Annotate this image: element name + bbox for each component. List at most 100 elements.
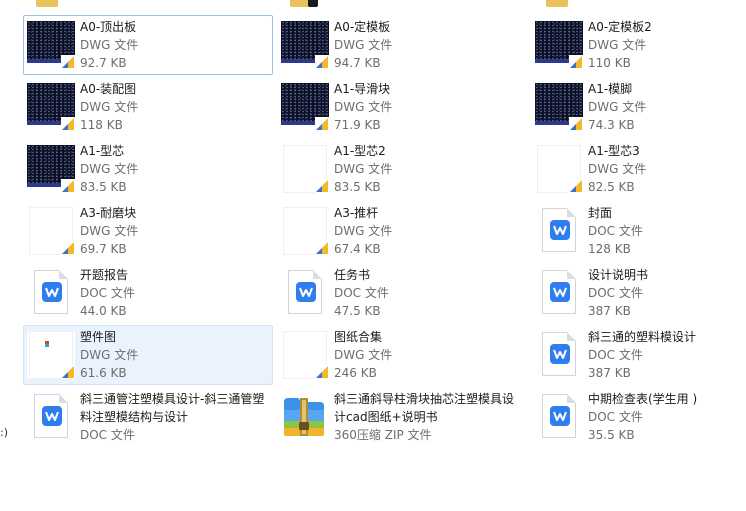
file-name: 中期检查表(学生用 ) xyxy=(588,392,698,406)
file-type: DOC 文件 xyxy=(80,286,135,300)
dwg-overlay-icon xyxy=(61,179,75,193)
file-type: DOC 文件 xyxy=(588,348,643,362)
dwg-overlay-icon xyxy=(569,117,583,131)
file-type: DWG 文件 xyxy=(334,348,393,362)
file-size: 44.0 KB xyxy=(80,304,127,318)
dwg-thumbnail-icon xyxy=(281,83,329,131)
file-size: 82.5 KB xyxy=(588,180,635,194)
file-size: 61.6 KB xyxy=(80,366,127,380)
part-drawing-icon xyxy=(45,341,49,347)
wps-doc-icon xyxy=(542,270,576,314)
file-size: 74.3 KB xyxy=(588,118,635,132)
folder-icon xyxy=(546,0,568,7)
dwg-thumbnail-icon xyxy=(27,207,75,255)
wps-doc-icon xyxy=(542,394,576,438)
file-item[interactable]: 封面 DOC 文件 128 KB xyxy=(531,201,741,261)
dwg-overlay-icon xyxy=(315,365,329,379)
file-item[interactable]: A0-定模板2 DWG 文件 110 KB xyxy=(531,15,741,75)
file-item[interactable]: 斜三通管注塑模具设计-斜三通管塑料注塑模结构与设计 DOC 文件 xyxy=(23,387,273,447)
file-name: A1-型芯2 xyxy=(334,144,386,158)
dwg-thumbnail-icon xyxy=(535,83,583,131)
file-type: DWG 文件 xyxy=(80,38,139,52)
file-item[interactable]: A3-推杆 DWG 文件 67.4 KB xyxy=(277,201,527,261)
file-type: DWG 文件 xyxy=(588,38,647,52)
file-type: DWG 文件 xyxy=(80,224,139,238)
file-name: A3-耐磨块 xyxy=(80,206,137,220)
wps-doc-icon xyxy=(34,394,68,438)
file-size: 83.5 KB xyxy=(334,180,381,194)
file-type: DWG 文件 xyxy=(334,162,393,176)
dwg-overlay-icon xyxy=(61,55,75,69)
file-type: DOC 文件 xyxy=(588,286,643,300)
file-item[interactable]: A1-模脚 DWG 文件 74.3 KB xyxy=(531,77,741,137)
file-name: 斜三通的塑料模设计 xyxy=(588,330,697,344)
file-type: DWG 文件 xyxy=(588,162,647,176)
file-item[interactable]: 开题报告 DOC 文件 44.0 KB xyxy=(23,263,273,323)
dwg-thumbnail-icon xyxy=(281,21,329,69)
dwg-overlay-icon xyxy=(315,117,329,131)
file-size: 69.7 KB xyxy=(80,242,127,256)
dwg-overlay-icon xyxy=(569,55,583,69)
dwg-thumbnail-icon xyxy=(27,21,75,69)
file-name: 斜三通斜导柱滑块抽芯注塑模具设计cad图纸+说明书 xyxy=(334,392,515,424)
file-name: 图纸合集 xyxy=(334,330,383,344)
file-size: 67.4 KB xyxy=(334,242,381,256)
file-item[interactable]: A1-型芯 DWG 文件 83.5 KB xyxy=(23,139,273,199)
file-size: 47.5 KB xyxy=(334,304,381,318)
file-item[interactable]: 中期检查表(学生用 ) DOC 文件 35.5 KB xyxy=(531,387,741,447)
file-name: A0-定模板2 xyxy=(588,20,652,34)
file-type: DOC 文件 xyxy=(588,410,643,424)
file-item[interactable]: 任务书 DOC 文件 47.5 KB xyxy=(277,263,527,323)
file-item[interactable]: 设计说明书 DOC 文件 387 KB xyxy=(531,263,741,323)
file-size: 118 KB xyxy=(80,118,123,132)
file-item[interactable]: A0-装配图 DWG 文件 118 KB xyxy=(23,77,273,137)
file-name: A0-定模板 xyxy=(334,20,391,34)
file-item[interactable]: 塑件图 DWG 文件 61.6 KB xyxy=(23,325,273,385)
file-name: 塑件图 xyxy=(80,330,117,344)
file-name: 开题报告 xyxy=(80,268,129,282)
folder-icon xyxy=(36,0,58,7)
file-name: A0-装配图 xyxy=(80,82,137,96)
file-size: 128 KB xyxy=(588,242,631,256)
file-size: 387 KB xyxy=(588,304,631,318)
file-item[interactable]: A0-定模板 DWG 文件 94.7 KB xyxy=(277,15,527,75)
file-type: DOC 文件 xyxy=(80,428,135,442)
file-size: 94.7 KB xyxy=(334,56,381,70)
file-name: A1-导滑块 xyxy=(334,82,391,96)
file-item[interactable]: 斜三通斜导柱滑块抽芯注塑模具设计cad图纸+说明书 360压缩 ZIP 文件 xyxy=(277,387,527,447)
file-size: 71.9 KB xyxy=(334,118,381,132)
dwg-thumbnail-icon xyxy=(27,83,75,131)
dwg-thumbnail-icon xyxy=(535,21,583,69)
file-size: 83.5 KB xyxy=(80,180,127,194)
dwg-overlay-icon xyxy=(61,365,75,379)
folder-icon xyxy=(308,0,318,7)
file-item[interactable]: A0-顶出板 DWG 文件 92.7 KB xyxy=(23,15,273,75)
dwg-overlay-icon xyxy=(61,117,75,131)
dwg-overlay-icon xyxy=(61,241,75,255)
file-item[interactable]: 图纸合集 DWG 文件 246 KB xyxy=(277,325,527,385)
dwg-overlay-icon xyxy=(569,179,583,193)
file-type: 360压缩 ZIP 文件 xyxy=(334,428,432,442)
file-type: DWG 文件 xyxy=(334,38,393,52)
zip-archive-icon xyxy=(284,398,324,436)
partial-pane-label: :) xyxy=(0,426,8,439)
dwg-thumbnail-icon xyxy=(281,207,329,255)
file-size: 110 KB xyxy=(588,56,631,70)
dwg-thumbnail-icon xyxy=(535,145,583,193)
dwg-thumbnail-icon xyxy=(281,145,329,193)
file-name: 封面 xyxy=(588,206,613,220)
file-name: A3-推杆 xyxy=(334,206,379,220)
file-type: DWG 文件 xyxy=(588,100,647,114)
file-name: A1-模脚 xyxy=(588,82,633,96)
file-item[interactable]: A3-耐磨块 DWG 文件 69.7 KB xyxy=(23,201,273,261)
dwg-thumbnail-icon xyxy=(27,331,75,379)
file-item[interactable]: A1-型芯2 DWG 文件 83.5 KB xyxy=(277,139,527,199)
file-type: DWG 文件 xyxy=(80,348,139,362)
file-size: 92.7 KB xyxy=(80,56,127,70)
dwg-thumbnail-icon xyxy=(281,331,329,379)
file-item[interactable]: A1-导滑块 DWG 文件 71.9 KB xyxy=(277,77,527,137)
file-item[interactable]: 斜三通的塑料模设计 DOC 文件 387 KB xyxy=(531,325,741,385)
file-item[interactable]: A1-型芯3 DWG 文件 82.5 KB xyxy=(531,139,741,199)
dwg-overlay-icon xyxy=(315,179,329,193)
dwg-thumbnail-icon xyxy=(27,145,75,193)
